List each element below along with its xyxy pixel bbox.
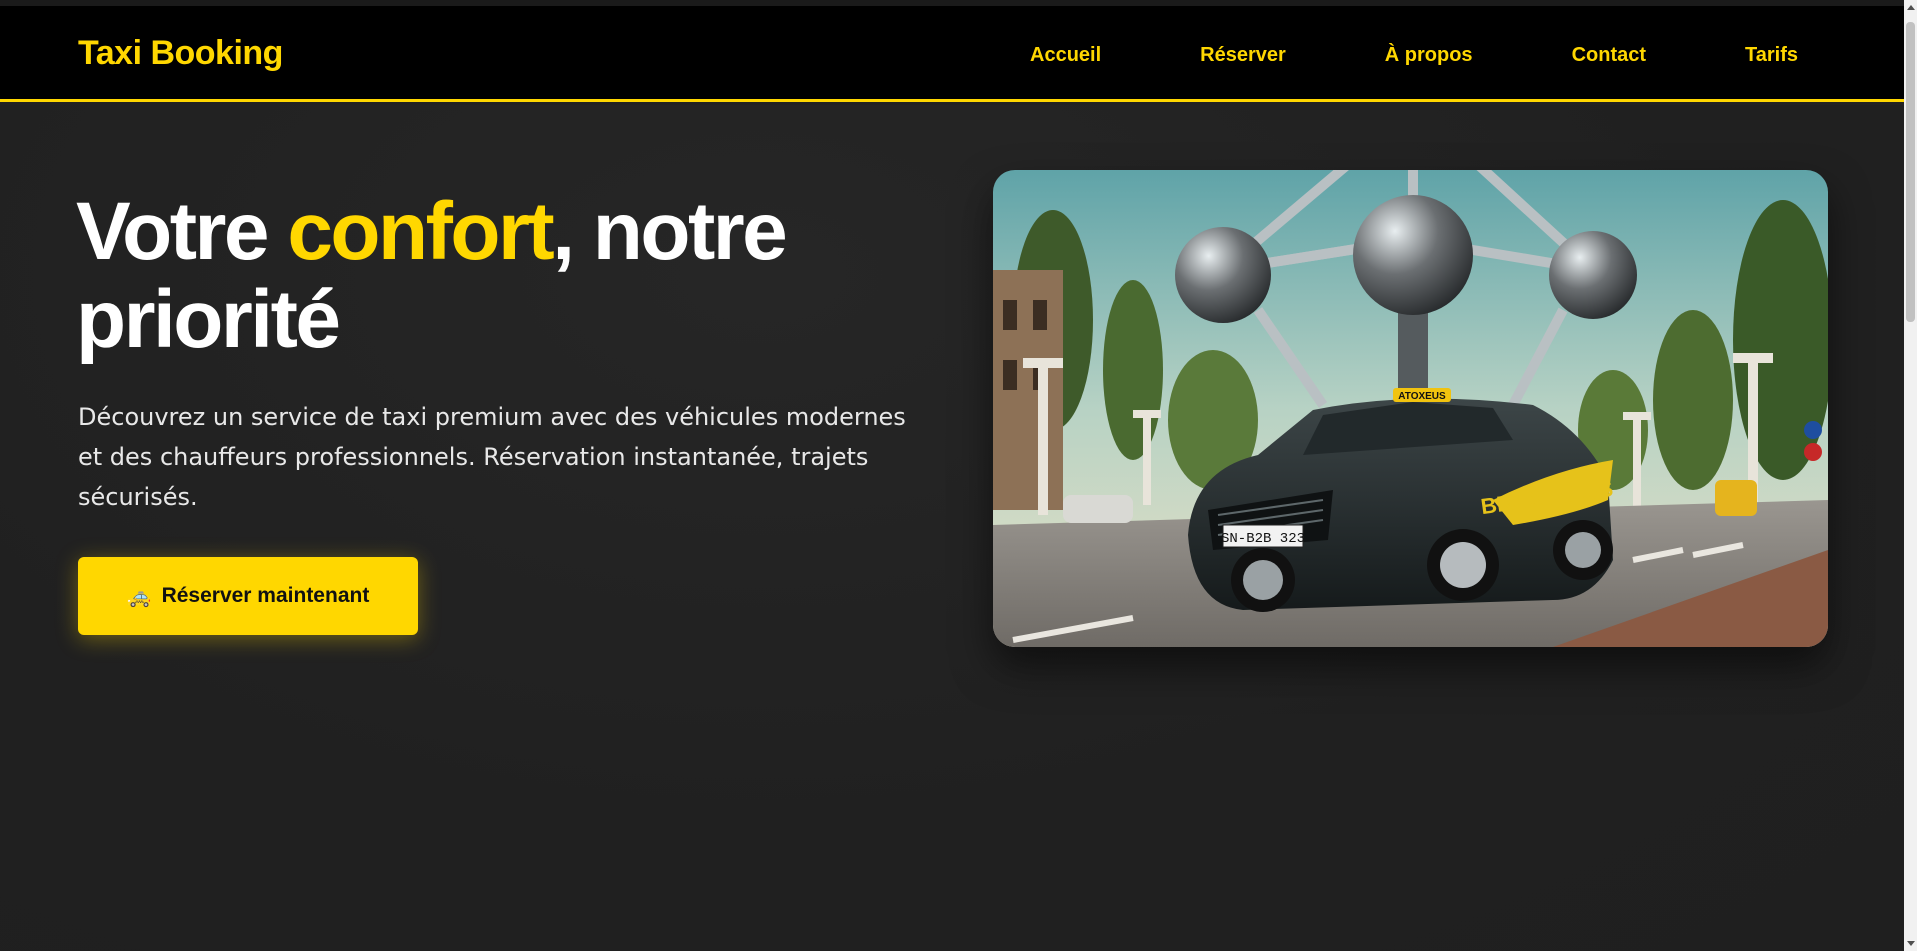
scroll-up-arrow-icon[interactable] bbox=[1907, 5, 1915, 10]
nav-links: Accueil Réserver À propos Contact Tarifs bbox=[1030, 44, 1798, 67]
scroll-thumb[interactable] bbox=[1906, 22, 1915, 322]
brand-logo[interactable]: Taxi Booking bbox=[78, 34, 283, 73]
nav-link-reserver[interactable]: Réserver bbox=[1200, 44, 1286, 67]
nav-link-contact[interactable]: Contact bbox=[1572, 44, 1646, 67]
nav-link-accueil[interactable]: Accueil bbox=[1030, 44, 1101, 67]
roof-sign: ATOXEUS bbox=[1398, 391, 1446, 402]
hero-title-accent: confort bbox=[287, 186, 554, 277]
hero-title: Votre confort, notre priorité bbox=[76, 188, 896, 364]
taxi-atomium-illustration: SN-B2B 323 BRUXELLES ATOXEUS bbox=[993, 170, 1828, 647]
scroll-down-arrow-icon[interactable] bbox=[1907, 941, 1915, 946]
hero-image: SN-B2B 323 BRUXELLES ATOXEUS bbox=[993, 170, 1828, 647]
reserve-now-label: Réserver maintenant bbox=[161, 584, 370, 607]
hero-lead: Découvrez un service de taxi premium ave… bbox=[78, 403, 906, 511]
nav-link-tarifs[interactable]: Tarifs bbox=[1745, 44, 1798, 67]
hero-title-part1: Votre bbox=[76, 186, 288, 277]
reserve-now-button[interactable]: 🚕 Réserver maintenant bbox=[78, 557, 418, 635]
nav-link-a-propos[interactable]: À propos bbox=[1385, 44, 1473, 67]
navbar: Taxi Booking Accueil Réserver À propos C… bbox=[0, 6, 1904, 102]
license-plate: SN-B2B 323 bbox=[1221, 531, 1305, 547]
page-scrollbar[interactable] bbox=[1904, 0, 1917, 951]
taxi-icon: 🚕 bbox=[126, 585, 152, 608]
